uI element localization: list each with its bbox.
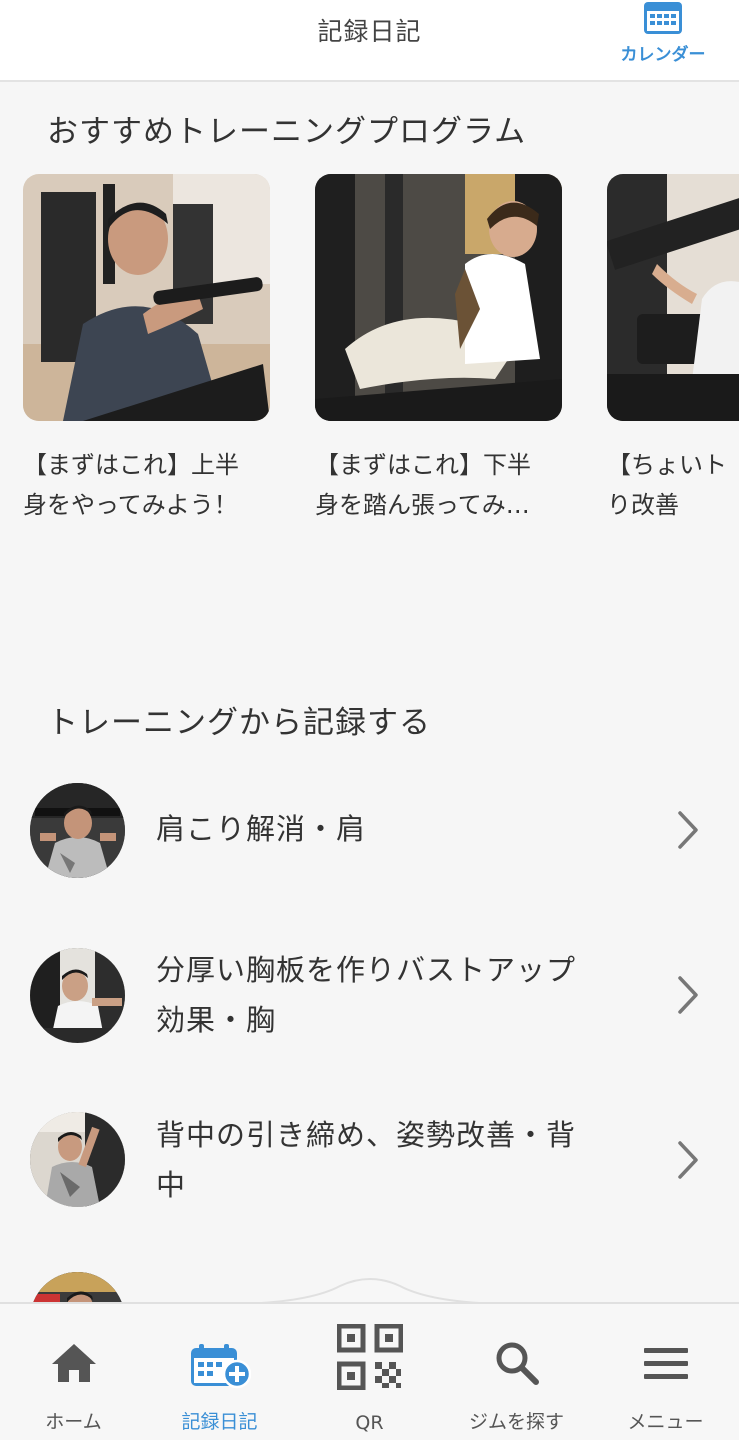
record-section-title: トレーニングから記録する	[47, 705, 431, 741]
tab-gym-search-label: ジムを探す	[468, 1411, 564, 1433]
qr-code-icon	[336, 1324, 403, 1390]
tab-bar: ホーム 記録日記 QR ジムを探す メニュー	[0, 1302, 739, 1440]
program-card-title: 【ちょいト り改善	[607, 451, 727, 519]
chevron-right-icon	[678, 1141, 698, 1179]
tab-home[interactable]: ホーム	[0, 1304, 147, 1440]
program-card[interactable]: 【まずはこれ】下半 身を踏ん張ってみ…	[315, 174, 562, 525]
avatar	[30, 1112, 125, 1207]
tab-home-label: ホーム	[45, 1411, 102, 1433]
recommended-section-title: おすすめトレーニングプログラム	[47, 114, 527, 150]
list-item[interactable]: 肩こり解消・肩	[0, 780, 739, 880]
tab-menu[interactable]: メニュー	[592, 1304, 739, 1440]
search-icon	[496, 1342, 539, 1385]
program-thumbnail	[607, 174, 739, 421]
list-item-label: 分厚い胸板を作りバストアップ 効果・胸	[156, 953, 577, 1037]
list-item[interactable]: 背中の引き締め、姿勢改善・背 中	[0, 1110, 739, 1210]
calendar-button[interactable]: カレンダー	[613, 0, 713, 70]
tab-qr[interactable]: QR	[296, 1304, 443, 1440]
program-card[interactable]: 【ちょいト り改善	[607, 174, 739, 525]
calendar-label: カレンダー	[620, 45, 706, 65]
list-item-label: 背中の引き締め、姿勢改善・背 中	[156, 1118, 577, 1202]
program-thumbnail	[23, 174, 270, 421]
tab-qr-label: QR	[355, 1412, 384, 1434]
program-thumbnail	[315, 174, 562, 421]
avatar	[30, 783, 125, 878]
app-header: 記録日記 カレンダー	[0, 0, 739, 82]
program-card[interactable]: 【まずはこれ】上半 身をやってみよう！	[23, 174, 270, 525]
program-card-title: 【まずはこれ】上半 身をやってみよう！	[23, 451, 239, 519]
chevron-right-icon	[678, 976, 698, 1014]
home-icon	[51, 1344, 96, 1382]
chevron-right-icon	[678, 811, 698, 849]
tab-diary[interactable]: 記録日記	[146, 1304, 293, 1440]
list-item[interactable]: 分厚い胸板を作りバストアップ 効果・胸	[0, 945, 739, 1045]
tab-diary-label: 記録日記	[181, 1411, 258, 1433]
avatar	[30, 948, 125, 1043]
calendar-add-icon	[190, 1344, 251, 1389]
hamburger-menu-icon	[643, 1348, 688, 1379]
list-item-label: 肩こり解消・肩	[156, 812, 367, 846]
tab-menu-label: メニュー	[627, 1411, 704, 1433]
calendar-icon	[644, 2, 682, 34]
program-carousel[interactable]: 【まずはこれ】上半 身をやってみよう！ 【まずはこれ】下半 身を踏ん張ってみ…	[0, 174, 739, 534]
tab-gym-search[interactable]: ジムを探す	[443, 1304, 590, 1440]
program-card-title: 【まずはこれ】下半 身を踏ん張ってみ…	[315, 451, 531, 519]
